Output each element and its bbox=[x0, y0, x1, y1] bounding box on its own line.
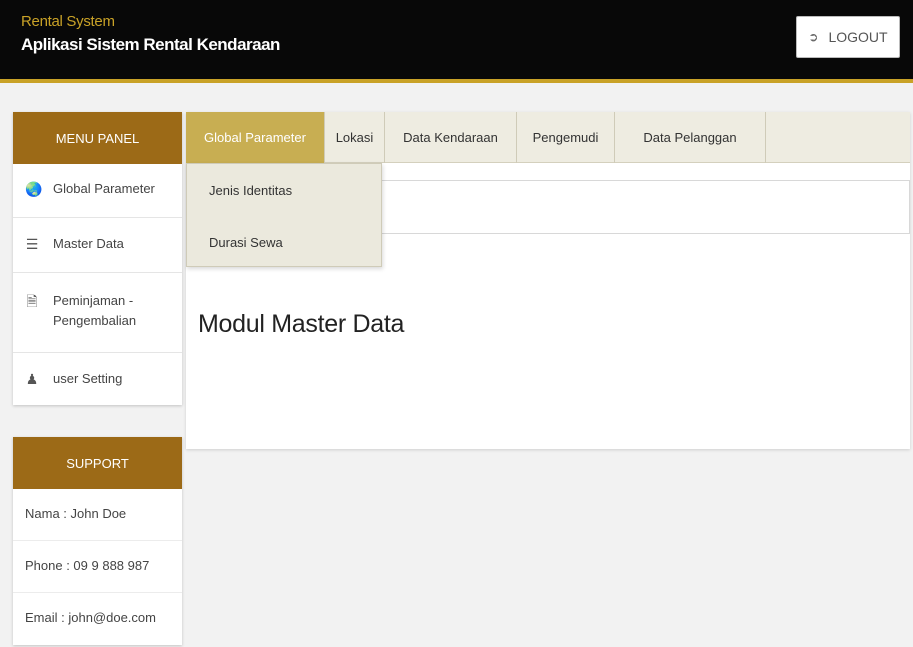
sidebar-item-global-parameter[interactable]: 🌏 Global Parameter bbox=[13, 164, 182, 218]
logout-label: LOGOUT bbox=[828, 29, 888, 45]
support-name: Nama : John Doe bbox=[13, 489, 182, 541]
tab-pengemudi[interactable]: Pengemudi bbox=[517, 112, 615, 163]
document-icon: 🗎 bbox=[26, 293, 38, 309]
top-navbar: Rental System Aplikasi Sistem Rental Ken… bbox=[0, 0, 913, 83]
support-phone: Phone : 09 9 888 987 bbox=[13, 541, 182, 593]
page-title: Modul Master Data bbox=[198, 310, 405, 338]
database-icon: ☰ bbox=[25, 236, 39, 252]
sidebar-item-label: user Setting bbox=[53, 371, 123, 386]
globe-icon: 🌏 bbox=[25, 181, 43, 197]
brand-title: Aplikasi Sistem Rental Kendaraan bbox=[21, 35, 280, 54]
tab-bar: Global Parameter Lokasi Data Kendaraan P… bbox=[186, 112, 910, 163]
menu-panel: MENU PANEL 🌏 Global Parameter ☰ Master D… bbox=[13, 112, 182, 405]
user-icon: ♟ bbox=[25, 371, 39, 387]
brand-subtitle: Rental System bbox=[21, 13, 115, 30]
sidebar-item-master-data[interactable]: ☰ Master Data bbox=[13, 218, 182, 273]
tab-lokasi[interactable]: Lokasi bbox=[325, 112, 385, 163]
sidebar-item-user-setting[interactable]: ♟ user Setting bbox=[13, 353, 182, 405]
support-email: Email : john@doe.com bbox=[25, 610, 156, 625]
tab-data-pelanggan[interactable]: Data Pelanggan bbox=[615, 112, 766, 163]
sidebar-item-peminjaman-pengembalian[interactable]: 🗎 Peminjaman - Pengembalian bbox=[13, 273, 182, 353]
menu-panel-header: MENU PANEL bbox=[13, 112, 182, 164]
sidebar-item-label: Peminjaman - Pengembalian bbox=[53, 293, 137, 328]
support-panel-header: SUPPORT bbox=[13, 437, 182, 489]
tab-data-kendaraan[interactable]: Data Kendaraan bbox=[385, 112, 517, 163]
dropdown-item-jenis-identitas[interactable]: Jenis Identitas bbox=[187, 164, 381, 216]
support-panel: SUPPORT Nama : John Doe Phone : 09 9 888… bbox=[13, 437, 182, 645]
dropdown-item-durasi-sewa[interactable]: Durasi Sewa bbox=[187, 216, 381, 268]
logout-button[interactable]: ➲ LOGOUT bbox=[796, 16, 900, 58]
global-parameter-dropdown: Jenis Identitas Durasi Sewa bbox=[186, 163, 382, 267]
sidebar-item-label: Master Data bbox=[53, 236, 124, 251]
logout-icon: ➲ bbox=[808, 30, 819, 44]
sidebar-item-label: Global Parameter bbox=[53, 181, 155, 196]
tab-global-parameter[interactable]: Global Parameter bbox=[186, 112, 325, 163]
